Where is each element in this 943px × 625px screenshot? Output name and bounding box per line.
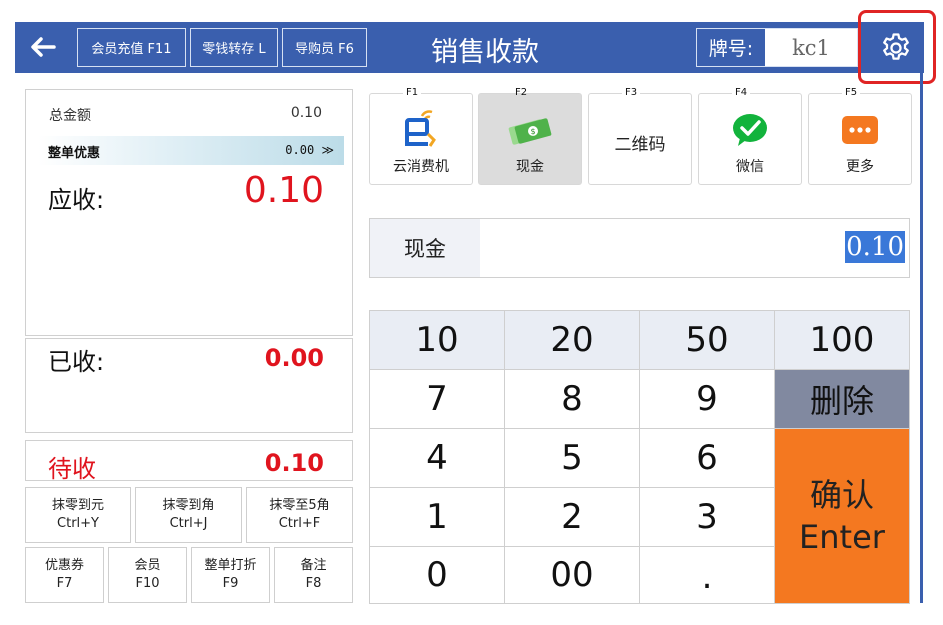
order-discount-button[interactable]: 整单打折 F9 <box>191 547 270 603</box>
payment-cloud-pay[interactable]: F1 云消费机 <box>369 87 473 185</box>
function-key: F9 <box>222 576 239 591</box>
due-value: 0.10 <box>264 449 324 477</box>
receivable-value: 0.10 <box>243 170 324 211</box>
shortcut-key: F2 <box>515 87 528 98</box>
wechat-icon <box>699 112 801 148</box>
arrow-left-icon <box>31 37 56 57</box>
back-button[interactable] <box>23 28 63 66</box>
change-deposit-button[interactable]: 零钱转存 L <box>190 28 278 67</box>
received-panel: 已收: 0.00 <box>25 338 353 433</box>
shopping-guide-button[interactable]: 导购员 F6 <box>282 28 367 67</box>
cloud-pay-icon <box>370 110 472 148</box>
numeric-keypad: 10 20 50 100 7 8 9 删除 4 5 6 1 2 3 0 00 .… <box>369 310 910 604</box>
plate-number-input[interactable]: kc1 <box>765 29 857 66</box>
order-discount-value: 0.00 ≫ <box>285 143 334 157</box>
quick-amount-100[interactable]: 100 <box>775 311 910 370</box>
delete-button[interactable]: 删除 <box>775 370 910 429</box>
quick-amount-20[interactable]: 20 <box>505 311 640 370</box>
received-value: 0.00 <box>264 344 324 372</box>
function-label: 备注 <box>300 558 327 573</box>
key-decimal-point[interactable]: . <box>640 547 775 604</box>
function-key: F7 <box>56 576 73 591</box>
total-amount-value: 0.10 <box>290 105 322 121</box>
order-discount-label: 整单优惠 <box>48 146 101 161</box>
key-4[interactable]: 4 <box>370 429 505 488</box>
payment-wechat[interactable]: F4 微信 <box>698 87 802 185</box>
round-to-yuan-button[interactable]: 抹零到元 Ctrl+Y <box>25 487 131 543</box>
payment-label: 更多 <box>846 159 874 175</box>
panel-divider <box>920 73 923 603</box>
function-label: 抹零到角 <box>162 498 215 513</box>
header-bar: 会员充值 F11 零钱转存 L 导购员 F6 销售收款 牌号: kc1 <box>15 22 924 73</box>
round-to-5jiao-button[interactable]: 抹零至5角 Ctrl+F <box>246 487 353 543</box>
shortcut-key: F5 <box>842 87 861 98</box>
member-button[interactable]: 会员 F10 <box>108 547 187 603</box>
received-label: 已收: <box>48 348 105 376</box>
shortcut-key: F4 <box>732 87 751 98</box>
function-key: Ctrl+F <box>278 516 321 531</box>
cash-amount-row: 现金 0.10 <box>369 218 910 278</box>
quick-amount-10[interactable]: 10 <box>370 311 505 370</box>
function-label: 抹零到元 <box>51 498 104 513</box>
payment-cash[interactable]: F2 $ 现金 <box>478 87 582 185</box>
function-label: 整单打折 <box>204 558 257 573</box>
key-7[interactable]: 7 <box>370 370 505 429</box>
key-8[interactable]: 8 <box>505 370 640 429</box>
quick-amount-50[interactable]: 50 <box>640 311 775 370</box>
settings-highlight-box <box>858 10 936 84</box>
confirm-enter-button[interactable]: 确认 Enter <box>775 429 910 604</box>
due-label: 待收 <box>48 455 96 483</box>
coupon-button[interactable]: 优惠券 F7 <box>25 547 104 603</box>
function-key: Ctrl+Y <box>57 516 99 531</box>
function-label: 优惠券 <box>44 558 84 573</box>
due-panel: 待收 0.10 <box>25 440 353 483</box>
cash-amount-input[interactable]: 0.10 <box>845 231 905 263</box>
amount-summary-panel: 总金额 0.10 整单优惠 0.00 ≫ 应收: 0.10 <box>25 89 353 336</box>
key-3[interactable]: 3 <box>640 488 775 547</box>
function-key: Ctrl+J <box>169 516 208 531</box>
payment-label: 二维码 <box>614 135 666 155</box>
key-00[interactable]: 00 <box>505 547 640 604</box>
total-amount-label: 总金额 <box>49 108 91 124</box>
payment-label: 云消费机 <box>393 159 449 175</box>
key-2[interactable]: 2 <box>505 488 640 547</box>
function-label: 会员 <box>134 558 161 573</box>
order-discount-row[interactable]: 整单优惠 0.00 ≫ <box>38 136 344 165</box>
function-label: 抹零至5角 <box>269 498 330 513</box>
cash-label: 现金 <box>370 219 480 277</box>
key-9[interactable]: 9 <box>640 370 775 429</box>
more-icon <box>809 112 911 148</box>
plate-number-box: 牌号: kc1 <box>696 28 858 67</box>
payment-more[interactable]: F5 更多 <box>808 87 912 185</box>
function-key: F10 <box>135 576 160 591</box>
chevron-double-down-icon: ≫ <box>321 143 334 157</box>
plate-label: 牌号: <box>708 38 754 60</box>
confirm-key-label: Enter <box>799 518 885 556</box>
receivable-label: 应收: <box>48 186 105 214</box>
member-recharge-button[interactable]: 会员充值 F11 <box>77 28 186 67</box>
key-1[interactable]: 1 <box>370 488 505 547</box>
cash-icon: $ <box>479 112 581 148</box>
svg-text:$: $ <box>530 127 535 136</box>
key-0[interactable]: 0 <box>370 547 505 604</box>
function-key: F8 <box>305 576 322 591</box>
key-5[interactable]: 5 <box>505 429 640 488</box>
shortcut-key: F3 <box>622 87 641 98</box>
payment-label: 现金 <box>516 159 544 175</box>
payment-qrcode[interactable]: F3 二维码 <box>588 87 692 185</box>
page-title: 销售收款 <box>431 37 539 68</box>
remark-button[interactable]: 备注 F8 <box>274 547 353 603</box>
round-to-jiao-button[interactable]: 抹零到角 Ctrl+J <box>135 487 242 543</box>
shortcut-key: F1 <box>403 87 422 98</box>
payment-label: 微信 <box>736 159 764 175</box>
key-6[interactable]: 6 <box>640 429 775 488</box>
confirm-label: 确认 <box>809 476 874 514</box>
